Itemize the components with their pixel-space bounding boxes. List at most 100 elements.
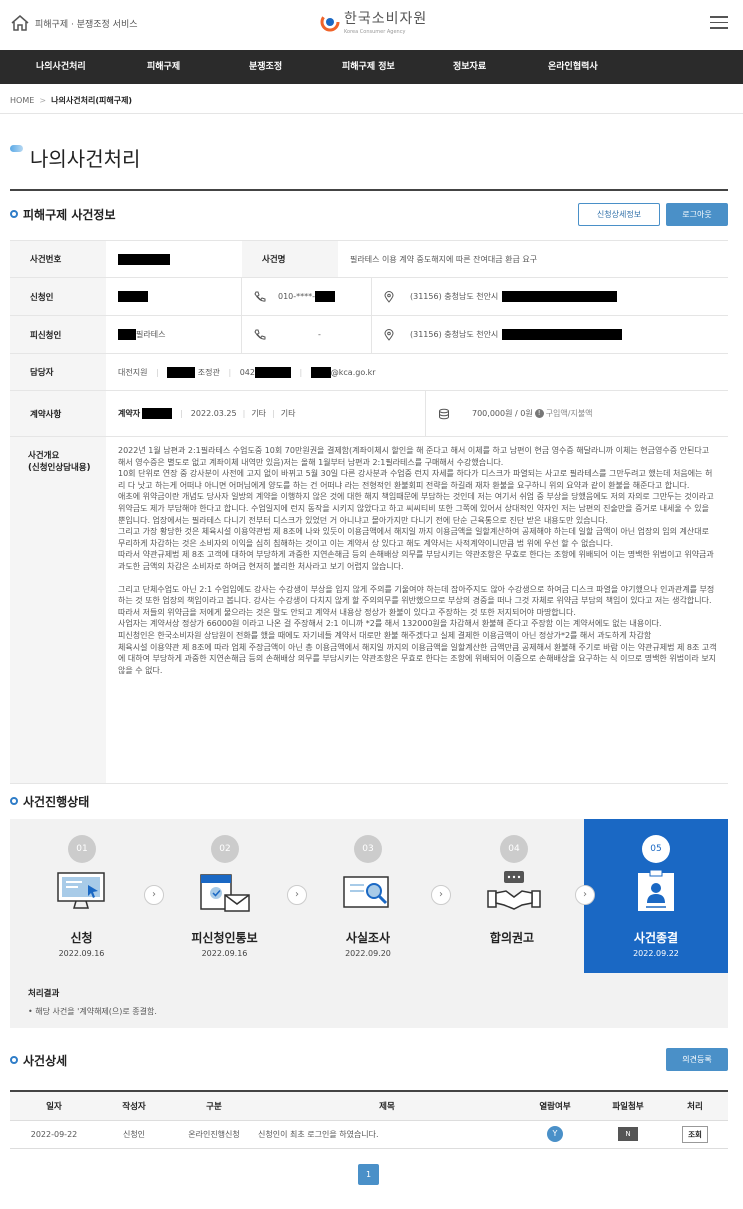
page-title: 나의사건처리 xyxy=(10,143,140,172)
id-badge-icon xyxy=(638,869,674,911)
handshake-icon xyxy=(487,871,541,910)
hamburger-menu-icon[interactable] xyxy=(710,16,728,33)
step-number: 02 xyxy=(211,835,239,863)
read-status-badge: Y xyxy=(547,1126,563,1142)
magnifier-document-icon xyxy=(343,876,389,908)
applicant-phone: 010-****- xyxy=(278,292,316,301)
nav-item-mediation[interactable]: 분쟁조정 xyxy=(249,50,282,84)
logo-title: 한국소비자원 xyxy=(344,11,428,27)
nav-item-relief[interactable]: 피해구제 xyxy=(147,50,180,84)
divider xyxy=(0,113,743,114)
register-opinion-button[interactable]: 의견등록 xyxy=(666,1048,728,1071)
contract-type-2: 기타 xyxy=(280,409,296,418)
step-5-active: 05 사건종결 2022.09.22 xyxy=(584,819,728,973)
kca-logo-icon xyxy=(320,12,340,31)
applicant-name xyxy=(106,278,242,315)
step-number: 03 xyxy=(354,835,382,863)
process-result: 처리결과 • 해당 사건을 '계약해제(으)로 종결함. xyxy=(10,973,728,1028)
table-header-row: 일자 작성자 구분 제목 열람여부 파일첨부 처리 xyxy=(10,1092,728,1121)
breadcrumb-home[interactable]: HOME xyxy=(10,96,34,105)
row-type: 온라인진행신청 xyxy=(170,1120,258,1149)
column-header: 구분 xyxy=(170,1092,258,1121)
step-label: 사건종결 xyxy=(633,931,679,945)
breadcrumb: HOME > 나의사건처리(피해구제) xyxy=(10,95,132,106)
step-1: 01 신청 2022.09.16 xyxy=(10,819,153,973)
manager-label: 담당자 xyxy=(10,353,106,391)
nav-item-resources[interactable]: 정보자료 xyxy=(453,50,486,84)
step-number: 01 xyxy=(68,835,96,863)
step-label: 피신청인통보 xyxy=(191,931,258,945)
nav-item-partners[interactable]: 온라인협력사 xyxy=(548,50,598,84)
section-title-case-info: 피해구제 사건정보 xyxy=(10,206,116,223)
column-header: 열람여부 xyxy=(516,1092,594,1121)
respondent-phone: - xyxy=(318,330,321,339)
step-label: 합의권고 xyxy=(489,931,535,945)
row-subject[interactable]: 신청인이 최초 로그인을 하였습니다. xyxy=(258,1120,516,1149)
result-title: 처리결과 xyxy=(28,989,60,999)
summary-label: 사건개요 (신청인상담내용) xyxy=(10,436,106,784)
breadcrumb-separator: > xyxy=(39,96,47,105)
pagination-page-1[interactable]: 1 xyxy=(358,1164,379,1185)
bullet-icon xyxy=(10,1056,18,1064)
respondent-address: (31156) 충청남도 천안시 xyxy=(410,330,499,339)
step-3: 03 사실조사 2022.09.20 xyxy=(296,819,440,973)
case-summary: 2022년 1월 남편과 2:1필라테스 수업도중 10회 70만원권을 결제함… xyxy=(106,436,728,784)
logout-button[interactable]: 로그아웃 xyxy=(666,203,728,226)
step-number: 04 xyxy=(500,835,528,863)
breadcrumb-current: 나의사건처리(피해구제) xyxy=(51,96,133,105)
contract-amount-note: 구입액/지불액 xyxy=(545,409,593,418)
step-number: 05 xyxy=(642,835,670,863)
coins-icon xyxy=(439,408,449,419)
chevron-right-icon: › xyxy=(431,885,451,905)
progress-steps: 01 신청 2022.09.16 02 피신청인통보 2022.09.16 03… xyxy=(10,819,728,973)
nav-item-my-case[interactable]: 나의사건처리 xyxy=(36,50,86,84)
table-row[interactable]: 2022-09-22 신청인 온라인진행신청 신청인이 최초 로그인을 하였습니… xyxy=(10,1120,728,1149)
step-date: 2022.09.16 xyxy=(58,949,105,958)
phone-icon xyxy=(254,291,266,302)
bullet-icon xyxy=(10,210,18,218)
case-detail-table: 일자 작성자 구분 제목 열람여부 파일첨부 처리 2022-09-22 신청인… xyxy=(10,1092,728,1149)
kca-logo[interactable]: 한국소비자원 Korea Consumer Agency xyxy=(320,8,427,35)
location-pin-icon xyxy=(384,328,394,341)
step-date: 2022.09.20 xyxy=(345,949,391,958)
case-detail-button[interactable]: 신청상세정보 xyxy=(578,203,660,226)
step-label: 사실조사 xyxy=(345,931,391,945)
bullet-icon xyxy=(10,797,18,805)
section-title-details: 사건상세 xyxy=(10,1052,67,1069)
manager-email: @kca.go.kr xyxy=(330,367,376,377)
main-navigation: 나의사건처리 피해구제 분쟁조정 피해구제 정보 정보자료 온라인협력사 xyxy=(0,50,743,84)
view-button[interactable]: 조회 xyxy=(682,1125,708,1143)
column-header: 파일첨부 xyxy=(594,1092,662,1121)
chevron-right-icon: › xyxy=(144,885,164,905)
logo-subtitle: Korea Consumer Agency xyxy=(344,29,406,35)
phone-icon xyxy=(254,329,266,340)
case-name-value: 필라테스 이용 계약 중도해지에 따른 잔여대금 환급 요구 xyxy=(338,240,728,278)
home-icon[interactable] xyxy=(10,14,30,32)
title-decoration-icon xyxy=(10,145,23,152)
manager-tel: 042 xyxy=(239,367,255,377)
section-title-progress: 사건진행상태 xyxy=(10,793,89,810)
column-header: 처리 xyxy=(662,1092,728,1121)
contract-party-label: 계약자 xyxy=(118,409,141,418)
contract-label: 계약사항 xyxy=(10,390,106,437)
file-attachment-badge: N xyxy=(618,1127,638,1141)
chevron-right-icon: › xyxy=(287,885,307,905)
case-name-label: 사건명 xyxy=(242,240,338,278)
case-number-label: 사건번호 xyxy=(10,240,106,278)
location-pin-icon xyxy=(384,290,394,303)
nav-item-relief-info[interactable]: 피해구제 정보 xyxy=(342,50,395,84)
step-date: 2022.09.16 xyxy=(201,949,248,958)
step-2: 02 피신청인통보 2022.09.16 xyxy=(153,819,296,973)
contract-type-1: 기타 xyxy=(251,409,267,418)
applicant-label: 신청인 xyxy=(10,277,106,316)
column-header: 작성자 xyxy=(98,1092,170,1121)
document-mail-icon xyxy=(200,874,250,912)
respondent-label: 피신청인 xyxy=(10,315,106,354)
contract-amount: 700,000원 / 0원 xyxy=(472,409,533,418)
service-name[interactable]: 피해구제 · 분쟁조정 서비스 xyxy=(35,17,138,30)
result-text: • 해당 사건을 '계약해제(으)로 종결함. xyxy=(28,1007,157,1016)
manager-title: 조정관 xyxy=(197,367,220,377)
step-label: 신청 xyxy=(70,931,93,945)
row-date: 2022-09-22 xyxy=(10,1120,98,1149)
computer-monitor-icon xyxy=(57,872,105,909)
